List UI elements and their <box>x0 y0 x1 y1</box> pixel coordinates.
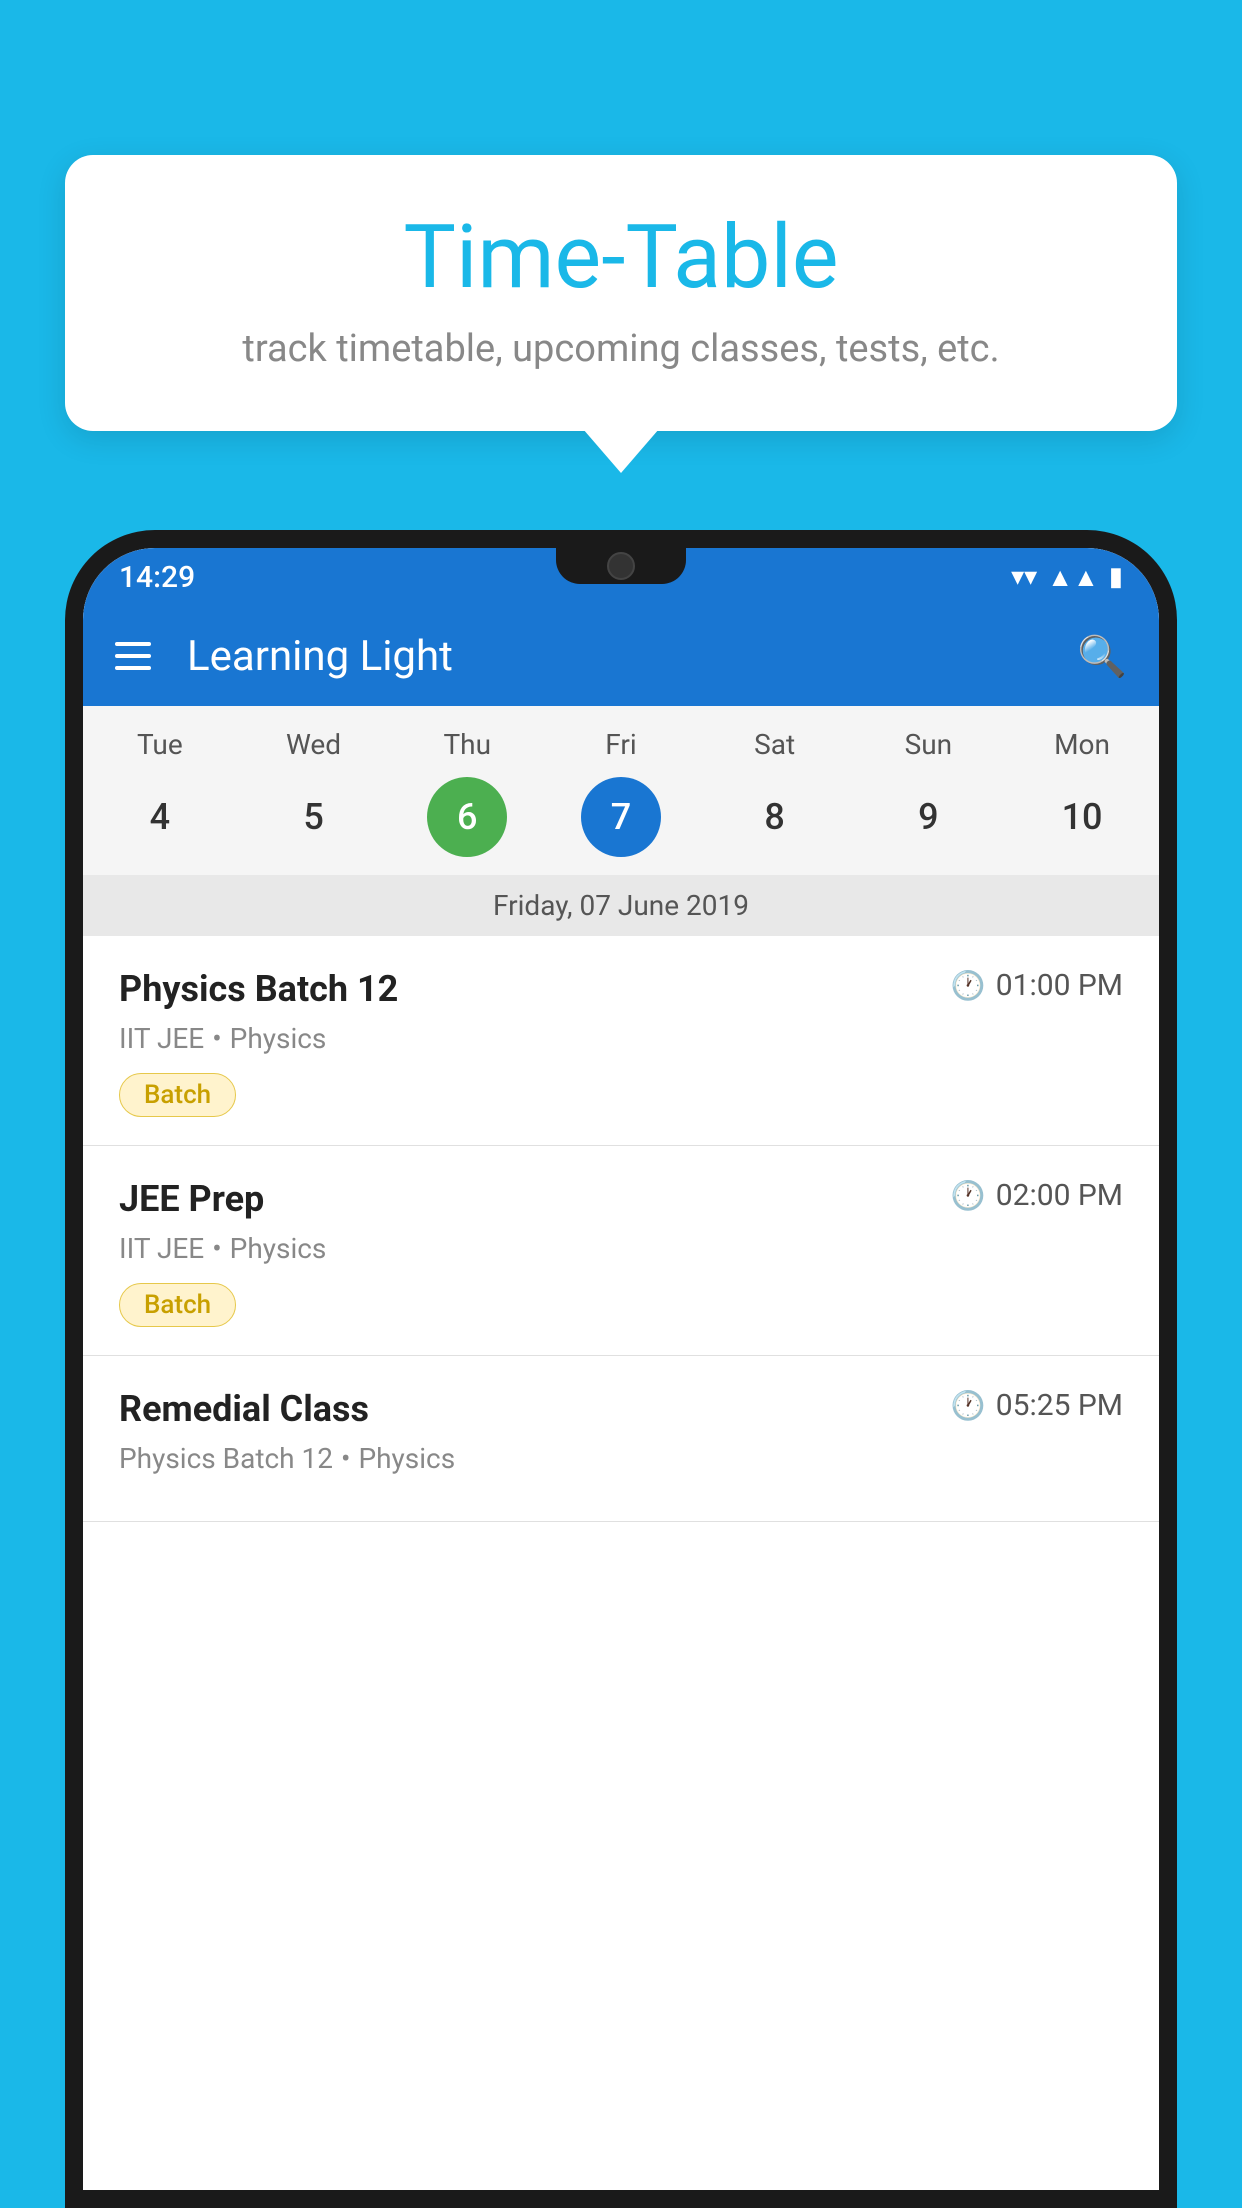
schedule-item-3[interactable]: Remedial Class 🕐 05:25 PM Physics Batch … <box>83 1356 1159 1522</box>
schedule-item-2-header: JEE Prep 🕐 02:00 PM <box>119 1178 1123 1220</box>
app-title: Learning Light <box>187 632 1049 681</box>
schedule-item-1-time-text: 01:00 PM <box>996 968 1123 1003</box>
phone-camera <box>607 552 635 580</box>
status-icons: ▾▾ ▲▲ ▮ <box>1011 562 1123 593</box>
schedule-item-1-time: 🕐 01:00 PM <box>951 968 1123 1003</box>
schedule-item-2-title: JEE Prep <box>119 1178 264 1220</box>
dot-3: • <box>341 1442 350 1475</box>
schedule-item-2[interactable]: JEE Prep 🕐 02:00 PM IIT JEE•Physics Batc… <box>83 1146 1159 1356</box>
schedule-item-1-title: Physics Batch 12 <box>119 968 398 1010</box>
tooltip-card: Time-Table track timetable, upcoming cla… <box>65 155 1177 431</box>
schedule-item-1-badge: Batch <box>119 1073 236 1117</box>
day-header-wed: Wed <box>259 728 369 761</box>
search-icon[interactable]: 🔍 <box>1077 633 1127 680</box>
app-bar: Learning Light 🔍 <box>83 606 1159 706</box>
phone-screen: 14:29 ▾▾ ▲▲ ▮ Learning Light 🔍 <box>83 548 1159 2190</box>
schedule-item-3-subtitle: Physics Batch 12•Physics <box>119 1442 1123 1475</box>
schedule-item-2-time-text: 02:00 PM <box>996 1178 1123 1213</box>
hamburger-menu-icon[interactable] <box>115 642 151 670</box>
day-headers: Tue Wed Thu Fri Sat Sun Mon <box>83 706 1159 769</box>
day-header-mon: Mon <box>1027 728 1137 761</box>
day-5[interactable]: 5 <box>274 777 354 857</box>
day-10[interactable]: 10 <box>1042 777 1122 857</box>
tooltip-title: Time-Table <box>125 210 1117 307</box>
day-header-sun: Sun <box>873 728 983 761</box>
tooltip-subtitle: track timetable, upcoming classes, tests… <box>125 327 1117 371</box>
schedule-item-3-time: 🕐 05:25 PM <box>951 1388 1123 1423</box>
day-header-tue: Tue <box>105 728 215 761</box>
schedule-item-2-subtitle: IIT JEE•Physics <box>119 1232 1123 1265</box>
clock-icon-1: 🕐 <box>951 969 986 1002</box>
schedule-item-3-header: Remedial Class 🕐 05:25 PM <box>119 1388 1123 1430</box>
schedule-list: Physics Batch 12 🕐 01:00 PM IIT JEE•Phys… <box>83 936 1159 1522</box>
schedule-item-3-time-text: 05:25 PM <box>996 1388 1123 1423</box>
wifi-icon: ▾▾ <box>1011 562 1037 592</box>
selected-date-label: Friday, 07 June 2019 <box>83 875 1159 936</box>
signal-icon: ▲▲ <box>1047 562 1098 593</box>
schedule-item-2-badge: Batch <box>119 1283 236 1327</box>
dot-1: • <box>212 1022 221 1055</box>
status-time: 14:29 <box>119 560 195 595</box>
day-header-sat: Sat <box>720 728 830 761</box>
schedule-item-2-time: 🕐 02:00 PM <box>951 1178 1123 1213</box>
schedule-item-1-subtitle: IIT JEE•Physics <box>119 1022 1123 1055</box>
schedule-item-1[interactable]: Physics Batch 12 🕐 01:00 PM IIT JEE•Phys… <box>83 936 1159 1146</box>
phone-screen-inner: 14:29 ▾▾ ▲▲ ▮ Learning Light 🔍 <box>83 548 1159 2190</box>
phone-notch <box>556 548 686 584</box>
schedule-item-1-header: Physics Batch 12 🕐 01:00 PM <box>119 968 1123 1010</box>
day-header-thu: Thu <box>412 728 522 761</box>
day-7-selected[interactable]: 7 <box>581 777 661 857</box>
day-8[interactable]: 8 <box>735 777 815 857</box>
day-9[interactable]: 9 <box>888 777 968 857</box>
dot-2: • <box>212 1232 221 1265</box>
phone-container: 14:29 ▾▾ ▲▲ ▮ Learning Light 🔍 <box>65 530 1177 2208</box>
clock-icon-2: 🕐 <box>951 1179 986 1212</box>
battery-icon: ▮ <box>1109 562 1123 592</box>
day-4[interactable]: 4 <box>120 777 200 857</box>
phone-outer: 14:29 ▾▾ ▲▲ ▮ Learning Light 🔍 <box>65 530 1177 2208</box>
clock-icon-3: 🕐 <box>951 1389 986 1422</box>
day-header-fri: Fri <box>566 728 676 761</box>
day-6-today[interactable]: 6 <box>427 777 507 857</box>
calendar-strip: Tue Wed Thu Fri Sat Sun Mon 4 5 6 7 8 <box>83 706 1159 936</box>
day-numbers: 4 5 6 7 8 9 10 <box>83 769 1159 875</box>
schedule-item-3-title: Remedial Class <box>119 1388 369 1430</box>
